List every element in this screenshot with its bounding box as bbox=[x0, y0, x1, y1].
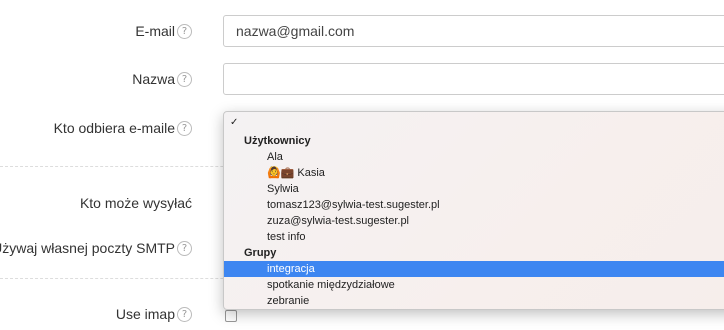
email-field[interactable]: nazwa@gmail.com bbox=[223, 15, 724, 47]
smtp-label: Używaj własnej poczty SMTP ? bbox=[0, 240, 192, 256]
dropdown-option[interactable]: Ala bbox=[224, 149, 724, 165]
help-icon[interactable]: ? bbox=[177, 306, 192, 322]
dropdown-option-selected[interactable]: integracja bbox=[224, 261, 724, 277]
recipients-label-text: Kto odbiera e-maile bbox=[53, 120, 175, 136]
imap-checkbox[interactable] bbox=[225, 310, 237, 322]
name-label: Nazwa ? bbox=[132, 71, 192, 87]
help-icon[interactable]: ? bbox=[177, 120, 192, 136]
group-label-groups: Grupy bbox=[244, 247, 277, 259]
imap-label: Use imap ? bbox=[116, 306, 192, 322]
recipients-dropdown[interactable]: ✓ Użytkownicy Ala 🙆💼 Kasia Sylwia tomasz1… bbox=[223, 111, 724, 310]
recipients-label: Kto odbiera e-maile ? bbox=[54, 120, 192, 136]
dropdown-option[interactable]: tomasz123@sylwia-test.sugester.pl bbox=[224, 197, 724, 213]
option-label: Kasia bbox=[297, 167, 325, 179]
dropdown-option[interactable]: Sylwia bbox=[224, 181, 724, 197]
senders-label: Kto może wysyłać bbox=[80, 195, 192, 211]
group-label-users: Użytkownicy bbox=[244, 135, 311, 147]
imap-label-text: Use imap bbox=[115, 306, 175, 322]
dropdown-option[interactable]: zuza@sylwia-test.sugester.pl bbox=[224, 213, 724, 229]
help-icon[interactable]: ? bbox=[177, 240, 192, 256]
smtp-label-text: Używaj własnej poczty SMTP bbox=[0, 240, 175, 256]
dropdown-option[interactable]: 🙆💼 Kasia bbox=[224, 165, 724, 181]
help-icon[interactable]: ? bbox=[177, 71, 192, 87]
help-icon[interactable]: ? bbox=[177, 23, 192, 39]
name-label-text: Nazwa bbox=[132, 71, 175, 87]
person-briefcase-emoji-icon: 🙆💼 bbox=[267, 167, 295, 179]
email-label-text: E-mail bbox=[135, 23, 175, 39]
dropdown-option[interactable]: test info bbox=[224, 229, 724, 245]
dropdown-option[interactable]: spotkanie międzydziałowe bbox=[224, 277, 724, 293]
email-label: E-mail ? bbox=[135, 23, 192, 39]
name-field[interactable] bbox=[223, 63, 724, 95]
senders-label-text: Kto może wysyłać bbox=[79, 195, 192, 211]
dropdown-option[interactable]: zebranie bbox=[224, 293, 724, 309]
check-icon: ✓ bbox=[230, 117, 239, 128]
